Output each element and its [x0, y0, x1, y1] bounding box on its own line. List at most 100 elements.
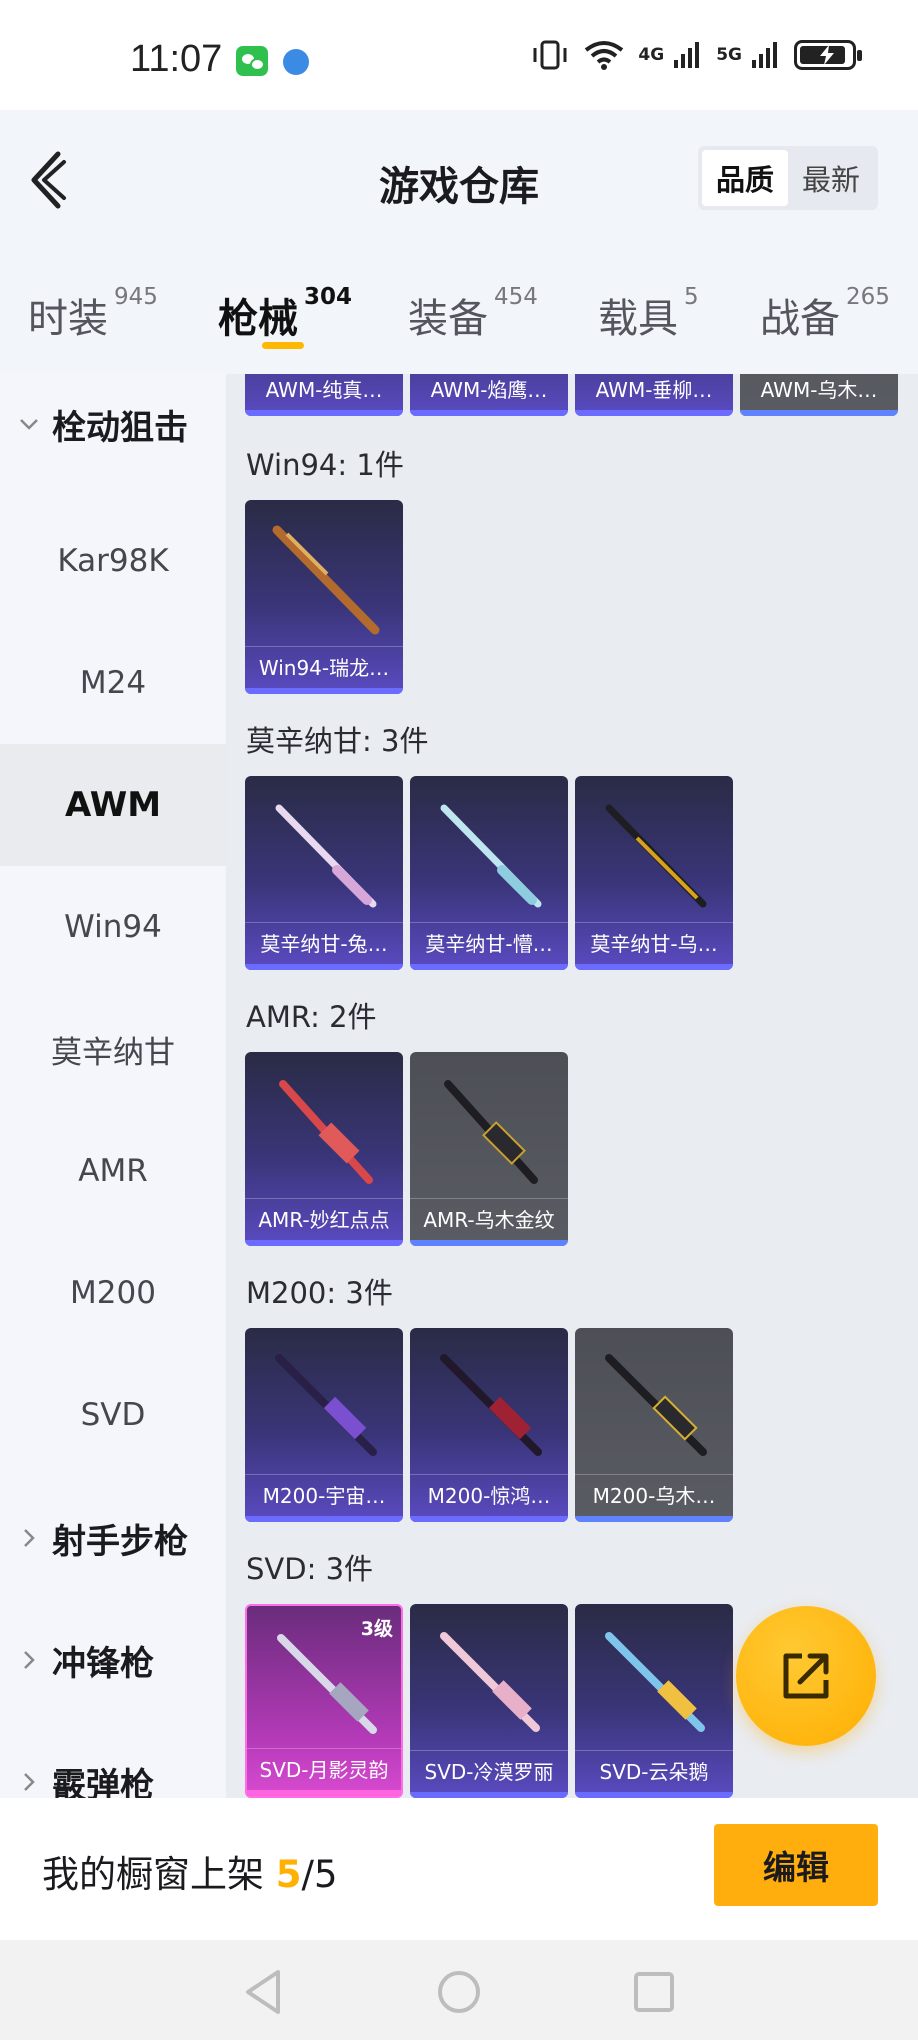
share-button[interactable]: [736, 1606, 876, 1746]
sidebar-group-dmr[interactable]: 射手步枪: [0, 1488, 226, 1588]
chevron-right-icon: [24, 1651, 35, 1669]
skin-card-name: SVD-云朵鹅: [575, 1750, 733, 1792]
rifle-icon: [605, 804, 707, 908]
card-rarity-bar: [245, 688, 403, 694]
share-icon: [783, 1653, 829, 1699]
sidebar-group-label: 霰弹枪: [52, 1765, 154, 1799]
skin-card[interactable]: M200-惊鸿…: [410, 1328, 568, 1522]
rifle-icon: [279, 1080, 373, 1184]
showcase-total-count: /5: [301, 1853, 338, 1896]
sort-by-newest[interactable]: 最新: [788, 150, 874, 206]
skin-card-name: AWM-焰鹰…: [410, 374, 568, 410]
sort-toggle: 品质 最新: [698, 146, 878, 210]
card-rarity-bar: [247, 1790, 401, 1796]
wechat-icon: [236, 46, 268, 76]
skin-card[interactable]: AMR-妙红点点: [245, 1052, 403, 1246]
skin-card[interactable]: SVD-云朵鹅: [575, 1604, 733, 1798]
rifle-icon: [605, 1632, 705, 1732]
sidebar-item-awm[interactable]: AWM: [0, 744, 226, 866]
card-rarity-bar: [245, 410, 403, 416]
rifle-icon: [275, 804, 377, 908]
edit-button[interactable]: 编辑: [714, 1824, 878, 1906]
card-rarity-bar: [245, 1240, 403, 1246]
rifle-icon: [277, 1634, 377, 1734]
card-rarity-bar: [575, 964, 733, 970]
tab-label: 枪械: [218, 296, 298, 342]
chevron-right-icon: [24, 1529, 35, 1547]
section-label-win94: Win94: 1件: [246, 448, 404, 482]
skin-card[interactable]: SVD-冷漠罗丽: [410, 1604, 568, 1798]
tab-count: 265: [846, 284, 890, 310]
section-label-amr: AMR: 2件: [246, 1000, 377, 1034]
skin-card-name: M200-惊鸿…: [410, 1474, 568, 1516]
rifle-icon: [440, 1354, 542, 1456]
card-rarity-bar: [575, 1516, 733, 1522]
sort-by-quality[interactable]: 品质: [702, 150, 788, 206]
skin-card[interactable]: AMR-乌木金纹: [410, 1052, 568, 1246]
tab-vehicles[interactable]: 载具 5: [598, 284, 699, 344]
rifle-icon: [275, 1354, 377, 1456]
skin-card[interactable]: Win94-瑞龙…: [245, 500, 403, 694]
sidebar-item-mosin[interactable]: 莫辛纳甘: [0, 988, 226, 1110]
weapon-grid: AWM-纯真… AWM-焰鹰… AWM-垂柳… AWM-乌木… Win94: 1…: [226, 374, 918, 1798]
nav-recents-icon[interactable]: [624, 1964, 684, 2020]
category-tabs: 时装 945 枪械 304 装备 454 载具 5 战备 265: [0, 250, 918, 374]
sidebar-group-label: 栓动狙击: [52, 407, 188, 448]
rifle-icon: [605, 1354, 707, 1456]
showcase-current-count: 5: [275, 1853, 302, 1896]
skin-card[interactable]: 莫辛纳甘-兔…: [245, 776, 403, 970]
skin-card-name: M200-宇宙…: [245, 1474, 403, 1516]
rifle-icon: [440, 804, 542, 908]
weapon-type-sidebar: 栓动狙击 Kar98K M24 AWM Win94 莫辛纳甘 AMR M200 …: [0, 374, 226, 1798]
showcase-bar: 我的橱窗上架 5/5 编辑: [0, 1798, 918, 1940]
skin-card-name: AWM-垂柳…: [575, 374, 733, 410]
sidebar-item-kar98k[interactable]: Kar98K: [0, 500, 226, 622]
skin-card-name: 莫辛纳甘-乌…: [575, 922, 733, 964]
active-tab-indicator: [262, 342, 304, 349]
skin-card-name: M200-乌木…: [575, 1474, 733, 1516]
battery-icon: [794, 40, 862, 70]
card-rarity-bar: [410, 1516, 568, 1522]
tab-label: 装备: [408, 296, 488, 342]
nav-back-icon[interactable]: [234, 1964, 294, 2020]
chevron-right-icon: [24, 1773, 35, 1791]
skin-card-name: 莫辛纳甘-懵…: [410, 922, 568, 964]
skin-card[interactable]: AWM-乌木…: [740, 374, 898, 416]
nav-home-icon[interactable]: [429, 1964, 489, 2020]
network-4g-label: 4G: [638, 45, 665, 65]
skin-card[interactable]: 莫辛纳甘-懵…: [410, 776, 568, 970]
sidebar-group-bolt-action[interactable]: 栓动狙击: [0, 374, 226, 474]
skin-card-name: AMR-妙红点点: [245, 1198, 403, 1240]
tab-count: 945: [114, 284, 158, 310]
app-header: 游戏仓库 品质 最新: [0, 110, 918, 250]
tab-outfits[interactable]: 时装 945: [28, 284, 158, 344]
showcase-label-text: 我的橱窗上架: [42, 1853, 276, 1896]
card-rarity-bar: [410, 410, 568, 416]
card-rarity-bar: [740, 410, 898, 416]
sidebar-group-shotgun[interactable]: 霰弹枪: [0, 1732, 226, 1798]
sidebar-item-svd[interactable]: SVD: [0, 1354, 226, 1476]
skin-card[interactable]: 3级 SVD-月影灵韵: [245, 1604, 403, 1798]
sidebar-item-m24[interactable]: M24: [0, 622, 226, 744]
skin-card-name: Win94-瑞龙…: [245, 646, 403, 688]
skin-card[interactable]: 莫辛纳甘-乌…: [575, 776, 733, 970]
tab-firearms[interactable]: 枪械 304: [218, 284, 352, 344]
rifle-icon: [444, 1080, 538, 1184]
skin-card[interactable]: AWM-焰鹰…: [410, 374, 568, 416]
skin-card[interactable]: AWM-纯真…: [245, 374, 403, 416]
sidebar-item-m200[interactable]: M200: [0, 1232, 226, 1354]
browser-icon: [283, 49, 309, 75]
card-rarity-bar: [410, 964, 568, 970]
sidebar-group-smg[interactable]: 冲锋枪: [0, 1610, 226, 1710]
skin-card[interactable]: AWM-垂柳…: [575, 374, 733, 416]
sidebar-item-win94[interactable]: Win94: [0, 866, 226, 988]
sidebar-item-amr[interactable]: AMR: [0, 1110, 226, 1232]
skin-card-name: AWM-乌木…: [740, 374, 898, 410]
tab-count: 454: [494, 284, 538, 310]
tab-equipment[interactable]: 装备 454: [408, 284, 538, 344]
tab-gear[interactable]: 战备 265: [760, 284, 890, 344]
skin-card[interactable]: M200-乌木…: [575, 1328, 733, 1522]
skin-card[interactable]: M200-宇宙…: [245, 1328, 403, 1522]
tab-label: 载具: [598, 296, 678, 342]
rifle-icon: [272, 525, 380, 635]
